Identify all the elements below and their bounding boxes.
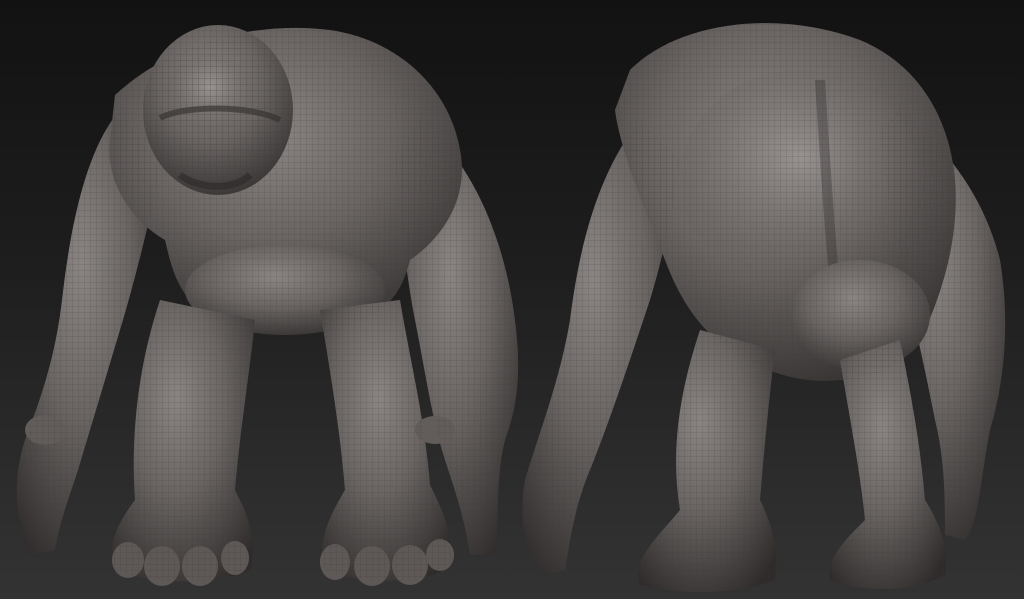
creature-front xyxy=(16,25,519,586)
viewport xyxy=(0,0,1024,599)
sculpt-render xyxy=(16,23,1006,592)
creature-back xyxy=(522,23,1006,592)
